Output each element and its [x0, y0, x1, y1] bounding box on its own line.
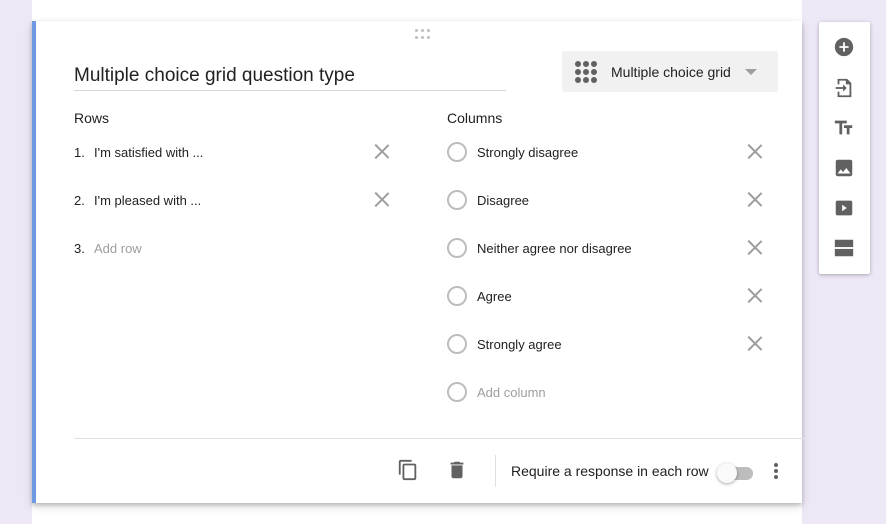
copy-icon[interactable] [397, 459, 419, 481]
import-icon[interactable] [833, 77, 855, 99]
column-text[interactable]: Agree [477, 289, 512, 304]
footer-divider [74, 438, 806, 439]
section-icon[interactable] [833, 237, 855, 259]
remove-column-icon[interactable] [746, 286, 764, 304]
column-text[interactable]: Neither agree nor disagree [477, 241, 632, 256]
side-toolbar [819, 22, 870, 274]
row-text[interactable]: I'm pleased with ... [94, 193, 201, 208]
rows-heading: Rows [74, 110, 110, 126]
toggle-thumb [717, 463, 737, 483]
more-vert-icon[interactable] [772, 461, 780, 481]
column-item[interactable]: Agree [447, 284, 777, 308]
row-number: 3. [74, 240, 85, 256]
grid-dots-icon [575, 60, 597, 83]
radio-circle-icon [447, 286, 467, 306]
require-response-label: Require a response in each row [511, 463, 709, 479]
radio-circle-icon [447, 142, 467, 162]
remove-column-icon[interactable] [746, 334, 764, 352]
drag-handle-icon[interactable] [413, 29, 431, 39]
question-card[interactable]: Multiple choice grid question type Multi… [32, 21, 806, 503]
column-item[interactable]: Disagree [447, 188, 777, 212]
add-row-item[interactable]: 3. Add row [74, 236, 394, 260]
require-response-toggle[interactable] [717, 462, 755, 484]
remove-row-icon[interactable] [373, 142, 391, 160]
title-icon[interactable] [833, 117, 855, 139]
add-column-input[interactable]: Add column [477, 385, 546, 400]
question-title[interactable]: Multiple choice grid question type [74, 61, 506, 91]
add-column-item[interactable]: Add column [447, 380, 777, 404]
remove-column-icon[interactable] [746, 238, 764, 256]
column-text[interactable]: Strongly agree [477, 337, 562, 352]
row-number: 1. [74, 144, 85, 160]
radio-circle-icon [447, 190, 467, 210]
row-number: 2. [74, 192, 85, 208]
footer-vertical-divider [495, 455, 496, 487]
remove-row-icon[interactable] [373, 190, 391, 208]
column-item[interactable]: Neither agree nor disagree [447, 236, 777, 260]
column-item[interactable]: Strongly disagree [447, 140, 777, 164]
add-circle-icon[interactable] [833, 36, 855, 58]
column-text[interactable]: Disagree [477, 193, 529, 208]
column-text[interactable]: Strongly disagree [477, 145, 578, 160]
add-row-input[interactable]: Add row [94, 241, 142, 256]
row-item[interactable]: 2. I'm pleased with ... [74, 188, 394, 212]
columns-heading: Columns [447, 110, 503, 126]
row-item[interactable]: 1. I'm satisfied with ... [74, 140, 394, 164]
video-icon[interactable] [833, 197, 855, 219]
remove-column-icon[interactable] [746, 142, 764, 160]
radio-circle-icon [447, 382, 467, 402]
chevron-down-icon [744, 68, 757, 75]
question-title-field[interactable]: Multiple choice grid question type [74, 61, 506, 91]
question-type-label: Multiple choice grid [611, 63, 731, 80]
row-text[interactable]: I'm satisfied with ... [94, 145, 203, 160]
radio-circle-icon [447, 238, 467, 258]
trash-icon[interactable] [446, 459, 468, 481]
remove-column-icon[interactable] [746, 190, 764, 208]
image-icon[interactable] [833, 157, 855, 179]
radio-circle-icon [447, 334, 467, 354]
question-type-dropdown[interactable]: Multiple choice grid [562, 51, 778, 92]
column-item[interactable]: Strongly agree [447, 332, 777, 356]
